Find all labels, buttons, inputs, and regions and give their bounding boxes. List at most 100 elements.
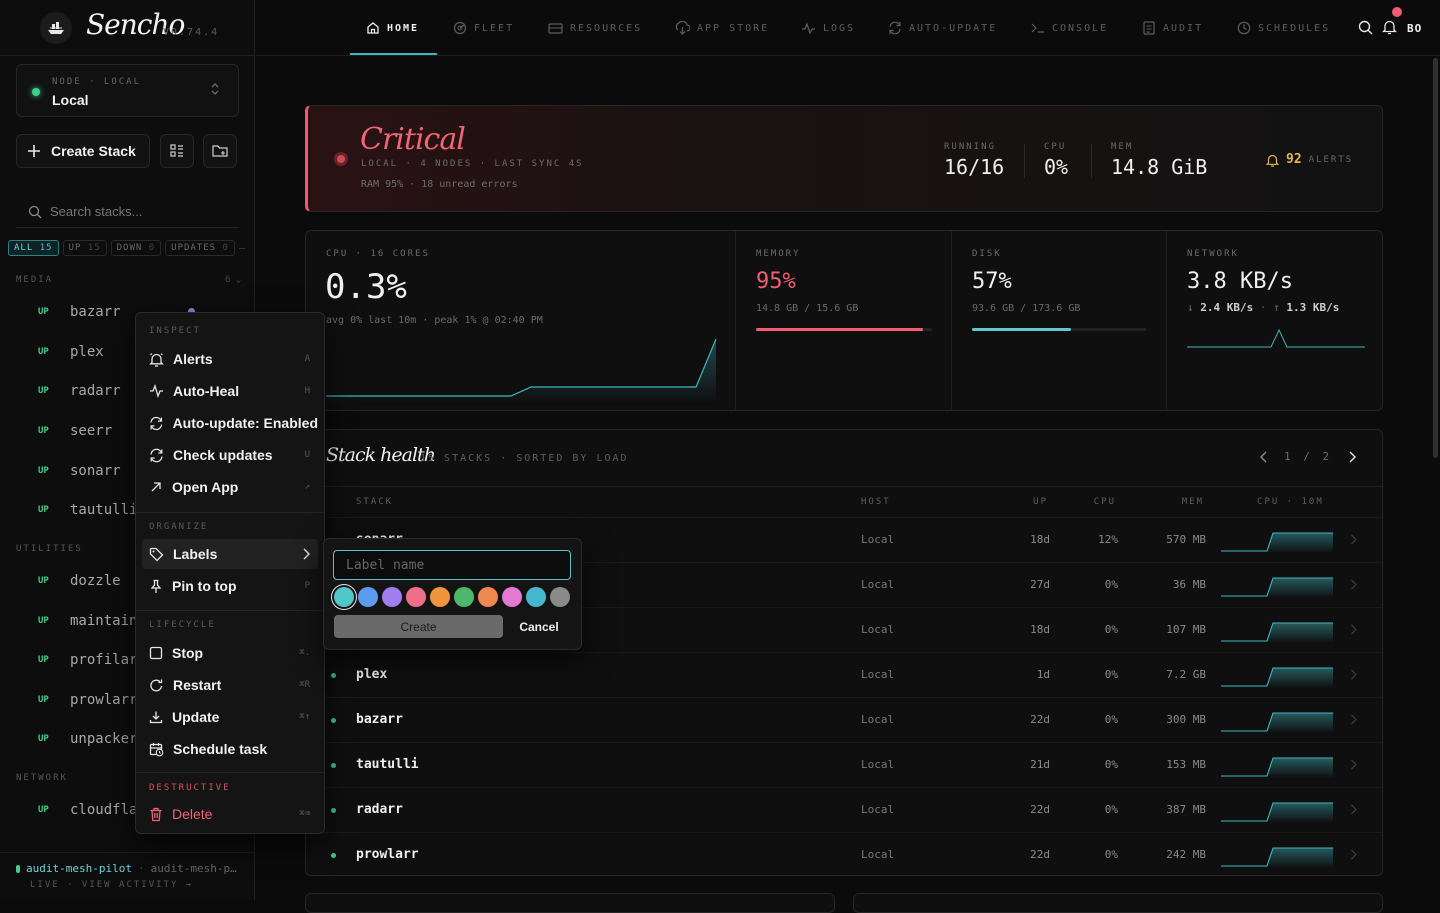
col-stack[interactable]: STACK	[356, 497, 393, 507]
kpi-cpu-label: CPU	[1044, 142, 1067, 152]
nav-console[interactable]: CONSOLE	[1031, 0, 1108, 56]
chevron-right-icon[interactable]	[1350, 849, 1357, 860]
table-row[interactable]: tautulli Local 21d 0% 153 MB	[306, 742, 1382, 787]
filter-all[interactable]: ALL 15	[8, 240, 59, 256]
col-cpu[interactable]: CPU	[1094, 497, 1116, 507]
sidebar-stack-tautulli[interactable]: UP tautulli	[38, 500, 137, 520]
color-swatch[interactable]	[454, 587, 474, 607]
menu-restart[interactable]: Restart ⌘R	[142, 670, 318, 700]
create-label-button[interactable]: Create	[334, 615, 503, 638]
menu-schedule-task[interactable]: Schedule task	[142, 734, 318, 764]
nav-console-label: CONSOLE	[1052, 22, 1109, 34]
chevron-right-icon[interactable]	[1350, 669, 1357, 680]
sidebar-stack-dozzle[interactable]: UP dozzle	[38, 571, 121, 591]
user-avatar[interactable]: BO	[1407, 22, 1422, 35]
table-row[interactable]: bazarr Local 22d 0% 300 MB	[306, 697, 1382, 742]
table-row[interactable]: prowlarr Local 22d 0% 242 MB	[306, 832, 1382, 875]
group-media-label[interactable]: MEDIA	[16, 275, 53, 285]
chevron-right-icon[interactable]	[1350, 714, 1357, 725]
status-dot	[331, 673, 336, 678]
menu-labels[interactable]: Labels	[142, 539, 318, 569]
menu-pin-to-top[interactable]: Pin to top P	[142, 571, 318, 601]
col-mem[interactable]: MEM	[1182, 497, 1204, 507]
chevron-right-icon[interactable]	[1350, 534, 1357, 545]
filter-up[interactable]: UP 15	[62, 240, 107, 256]
status-dot	[331, 808, 336, 813]
col-up[interactable]: UP	[1033, 497, 1048, 507]
sidebar-stack-profilarr[interactable]: UP profilarr	[38, 650, 146, 670]
color-swatch[interactable]	[478, 587, 498, 607]
menu-delete[interactable]: Delete ⌘⌫	[142, 799, 318, 829]
nav-logs[interactable]: LOGS	[801, 0, 855, 56]
color-swatch[interactable]	[406, 587, 426, 607]
menu-update[interactable]: Update ⌘↑	[142, 702, 318, 732]
sidebar-stack-prowlarr[interactable]: UP prowlarr	[38, 690, 137, 710]
chevron-left-icon[interactable]	[1260, 451, 1268, 463]
nav-home[interactable]: HOME	[366, 0, 419, 56]
table-row[interactable]: plex Local 1d 0% 7.2 GB	[306, 652, 1382, 697]
folder-button[interactable]	[203, 134, 237, 168]
metric-network-value: 3.8 KB/s	[1187, 269, 1293, 294]
menu-delete-label: Delete	[172, 806, 213, 822]
menu-stop[interactable]: Stop ⌘.	[142, 638, 318, 668]
menu-alerts[interactable]: Alerts A	[142, 344, 318, 374]
search-input[interactable]	[50, 204, 230, 219]
sidebar-stack-bazarr[interactable]: UP bazarr	[38, 302, 121, 322]
label-name-input[interactable]	[333, 550, 571, 580]
sidebar-stack-sonarr[interactable]: UP sonarr	[38, 461, 121, 481]
activity-footer[interactable]: audit-mesh-pilot · audit-mesh-p… LIVE · …	[0, 852, 255, 900]
menu-auto-update[interactable]: Auto-update: Enabled	[142, 408, 318, 438]
global-search-button[interactable]	[1358, 20, 1373, 35]
color-swatch[interactable]	[358, 587, 378, 607]
grid-view-button[interactable]	[160, 134, 194, 168]
nav-resources[interactable]: RESOURCES	[548, 0, 642, 56]
color-swatch[interactable]	[502, 587, 522, 607]
alerts-link[interactable]: 92 ALERTS	[1266, 152, 1353, 167]
notifications-button[interactable]	[1382, 19, 1397, 35]
cancel-label-button[interactable]: Cancel	[506, 615, 572, 638]
node-selector[interactable]: NODE · LOCAL Local	[16, 64, 239, 117]
nav-fleet[interactable]: FLEET	[453, 0, 514, 56]
sidebar-stack-unpackerr[interactable]: UP unpackerr	[38, 729, 146, 749]
nav-auto-update[interactable]: AUTO-UPDATE	[888, 0, 997, 56]
auto-update-icon	[889, 21, 901, 35]
menu-stop-label: Stop	[172, 645, 204, 661]
table-row[interactable]: radarr Local 22d 0% 387 MB	[306, 787, 1382, 832]
group-utilities-label[interactable]: UTILITIES	[16, 544, 83, 554]
col-host[interactable]: HOST	[861, 497, 891, 507]
menu-auto-heal[interactable]: Auto-Heal H	[142, 376, 318, 406]
row-cpu: 0%	[1104, 623, 1118, 636]
filter-updates[interactable]: UPDATES 0	[165, 240, 235, 256]
color-swatch[interactable]	[430, 587, 450, 607]
logo[interactable]	[40, 12, 72, 44]
chevron-right-icon[interactable]	[1350, 579, 1357, 590]
chevron-right-icon[interactable]	[1350, 759, 1357, 770]
view-activity-link[interactable]: LIVE · VIEW ACTIVITY →	[30, 880, 193, 890]
menu-check-updates[interactable]: Check updates U	[142, 440, 318, 470]
pager: 1 / 2	[1260, 450, 1357, 463]
color-swatch[interactable]	[334, 587, 354, 607]
scrollbar-thumb[interactable]	[1433, 58, 1438, 458]
sidebar-stack-seerr[interactable]: UP seerr	[38, 421, 112, 441]
menu-pin-label: Pin to top	[172, 578, 237, 594]
nav-audit[interactable]: AUDIT	[1142, 0, 1203, 56]
menu-open-app-shortcut: ↗	[304, 482, 310, 492]
sidebar-stack-plex[interactable]: UP plex	[38, 342, 104, 362]
color-swatch[interactable]	[550, 587, 570, 607]
filter-more[interactable]: —	[239, 243, 245, 254]
group-network-label[interactable]: NETWORK	[16, 773, 68, 783]
sidebar-stack-radarr[interactable]: UP radarr	[38, 381, 121, 401]
filter-down[interactable]: DOWN 0	[110, 240, 162, 256]
color-swatch[interactable]	[526, 587, 546, 607]
group-media-count[interactable]: 6 ⌄	[225, 275, 241, 285]
create-stack-button[interactable]: Create Stack	[16, 134, 150, 168]
nav-app-store[interactable]: APP STORE	[675, 0, 769, 56]
chevron-right-icon[interactable]	[1348, 451, 1357, 463]
row-uptime: 22d	[1030, 848, 1050, 861]
nav-schedules[interactable]: SCHEDULES	[1237, 0, 1330, 56]
menu-open-app[interactable]: Open App ↗	[142, 472, 318, 502]
row-cpu: 0%	[1104, 713, 1118, 726]
chevron-right-icon[interactable]	[1350, 624, 1357, 635]
chevron-right-icon[interactable]	[1350, 804, 1357, 815]
color-swatch[interactable]	[382, 587, 402, 607]
